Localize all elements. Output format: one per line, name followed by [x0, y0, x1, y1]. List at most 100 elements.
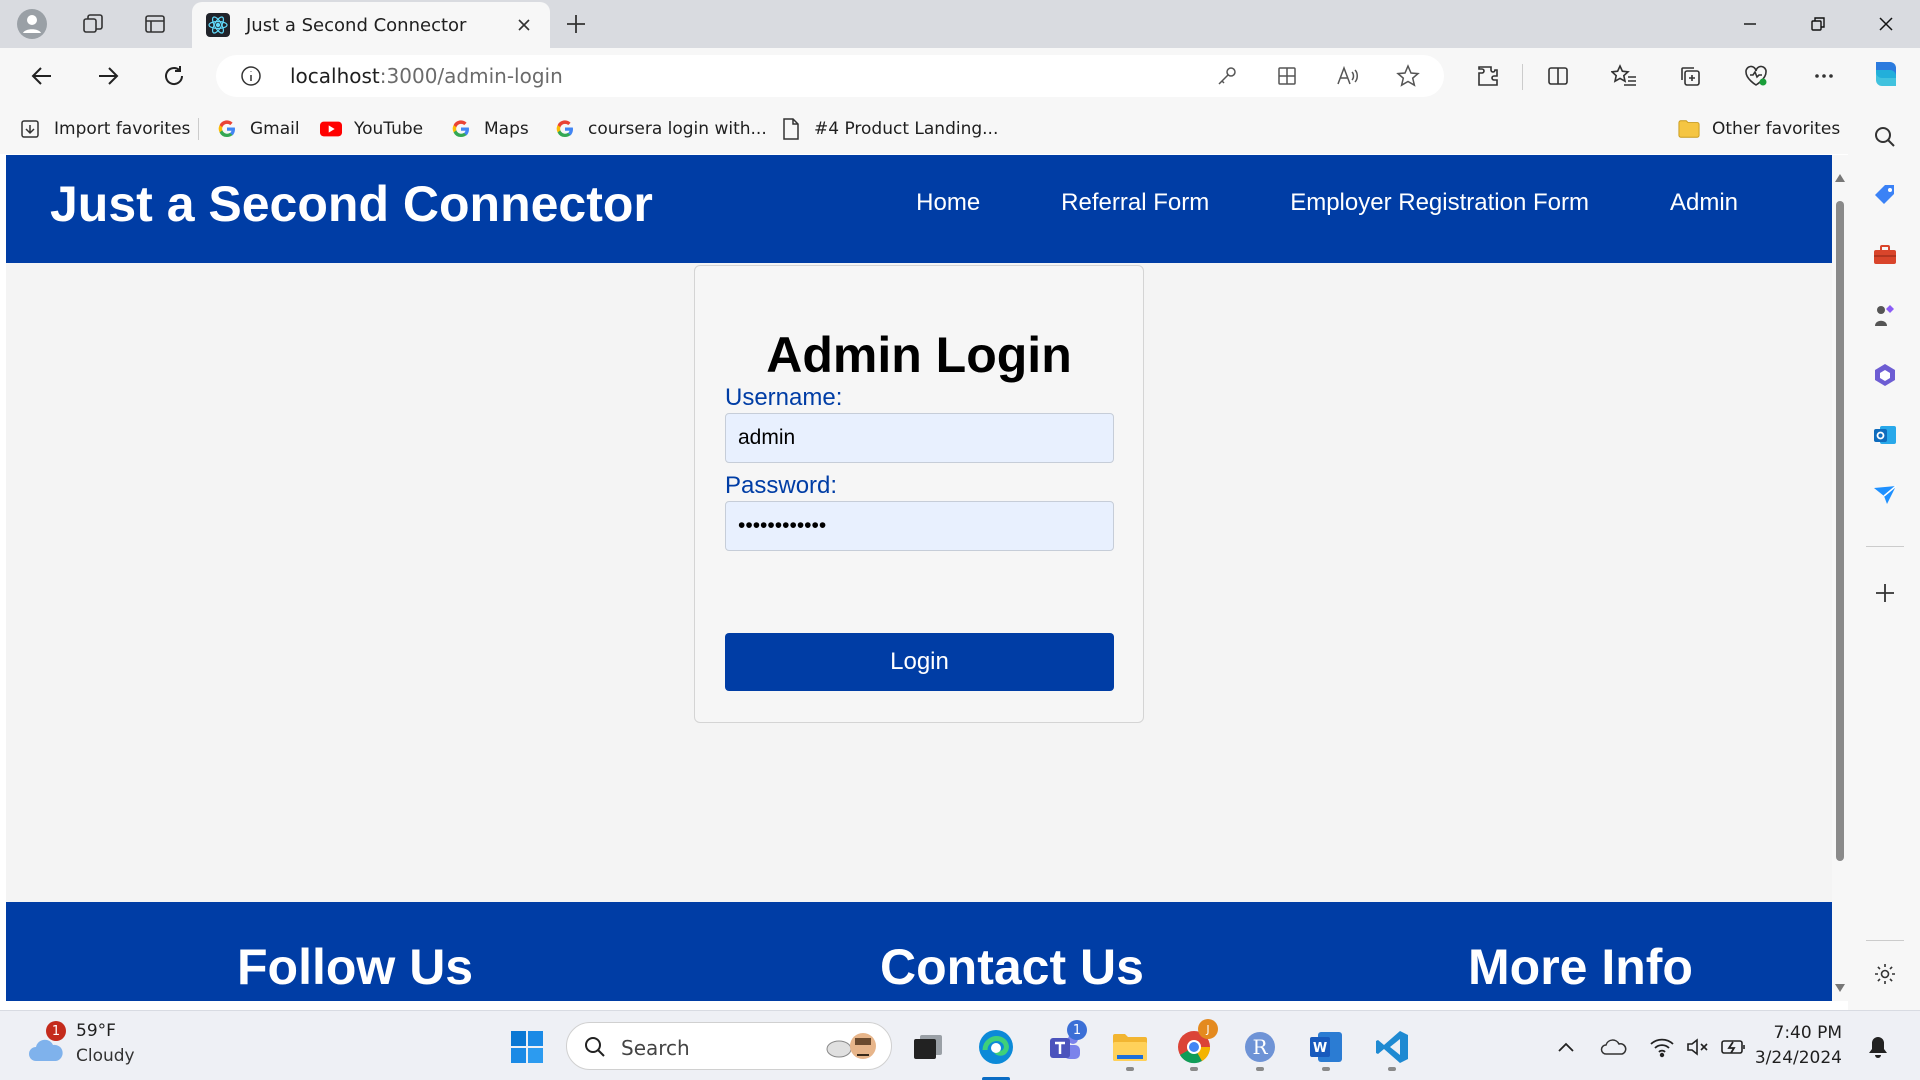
site-footer: Follow Us Contact Us More Info: [6, 902, 1832, 1001]
profile-icon[interactable]: [12, 4, 52, 44]
page-scrollbar[interactable]: [1832, 155, 1848, 1001]
browser-essentials-icon[interactable]: [1736, 56, 1776, 96]
tab-actions-icon[interactable]: [135, 4, 175, 44]
react-icon: [206, 13, 230, 37]
favorite-youtube[interactable]: YouTube: [320, 116, 423, 142]
running-indicator: [1322, 1067, 1330, 1071]
url-text[interactable]: localhost:3000/admin-login: [290, 64, 563, 88]
footer-heading-contact-us: Contact Us: [880, 939, 1144, 995]
taskbar-search[interactable]: Search: [566, 1022, 892, 1070]
add-icon[interactable]: [1870, 578, 1900, 608]
nav-link-admin[interactable]: Admin: [1670, 189, 1738, 217]
file-explorer-icon[interactable]: [1108, 1025, 1152, 1069]
tab-bar: Just a Second Connector: [0, 0, 1920, 48]
onedrive-icon[interactable]: [1592, 1025, 1636, 1069]
split-screen-icon[interactable]: [1538, 56, 1578, 96]
scroll-thumb[interactable]: [1836, 201, 1844, 861]
favorite-coursera[interactable]: coursera login with...: [554, 116, 767, 142]
site-title[interactable]: Just a Second Connector: [50, 175, 653, 233]
restore-icon[interactable]: [1784, 0, 1852, 48]
weather-description[interactable]: Cloudy: [76, 1046, 135, 1066]
favorite-star-icon[interactable]: [1396, 64, 1420, 93]
close-tab-icon[interactable]: [512, 13, 536, 37]
windows-start-icon[interactable]: [505, 1025, 549, 1069]
favorites-divider: [198, 118, 199, 140]
google-icon: [216, 118, 238, 140]
running-indicator: [1126, 1067, 1134, 1071]
notifications-bell-icon[interactable]: [1856, 1025, 1900, 1069]
nav-link-home[interactable]: Home: [916, 189, 980, 217]
favorites-icon[interactable]: [1604, 56, 1644, 96]
shopping-tag-icon[interactable]: [1870, 180, 1900, 210]
site-info-icon[interactable]: [240, 65, 262, 92]
favorite-gmail[interactable]: Gmail: [216, 116, 300, 142]
google-icon: [450, 118, 472, 140]
page-icon: [780, 118, 802, 140]
read-aloud-icon[interactable]: [1336, 65, 1360, 92]
favorite-product-landing[interactable]: #4 Product Landing...: [780, 116, 998, 142]
search-icon[interactable]: [1870, 122, 1900, 152]
outlook-icon[interactable]: [1870, 420, 1900, 450]
google-icon: [554, 118, 576, 140]
favorites-bar: Import favorites Gmail YouTube Maps cour…: [0, 104, 1920, 154]
send-icon[interactable]: [1870, 480, 1900, 510]
footer-heading-follow-us: Follow Us: [237, 939, 474, 995]
address-bar[interactable]: localhost:3000/admin-login: [216, 55, 1444, 97]
clock-date: 3/24/2024: [1754, 1048, 1842, 1068]
close-window-icon[interactable]: [1852, 0, 1920, 48]
import-favorites-icon: [20, 118, 42, 140]
forward-icon[interactable]: [88, 56, 128, 96]
browser-toolbar: localhost:3000/admin-login: [0, 48, 1920, 104]
youtube-icon: [320, 118, 342, 140]
games-icon[interactable]: [1870, 300, 1900, 330]
app-available-icon[interactable]: [1276, 65, 1298, 92]
new-tab-icon[interactable]: [556, 4, 596, 44]
weather-temperature[interactable]: 59°F: [76, 1021, 116, 1041]
password-key-icon[interactable]: [1216, 65, 1238, 92]
login-button[interactable]: Login: [725, 633, 1114, 691]
vscode-icon[interactable]: [1370, 1025, 1414, 1069]
nav-link-employer-registration[interactable]: Employer Registration Form: [1290, 189, 1589, 217]
scroll-down-icon[interactable]: [1835, 979, 1845, 997]
running-indicator: [1256, 1067, 1264, 1071]
refresh-icon[interactable]: [154, 56, 194, 96]
other-favorites[interactable]: Other favorites: [1678, 116, 1840, 142]
system-clock[interactable]: 7:40 PM 3/24/2024: [1755, 1021, 1842, 1071]
word-icon[interactable]: W: [1304, 1025, 1348, 1069]
edge-browser-icon[interactable]: [974, 1025, 1018, 1069]
settings-gear-icon[interactable]: [1870, 959, 1900, 989]
more-options-icon[interactable]: [1804, 56, 1844, 96]
password-input[interactable]: [725, 501, 1114, 551]
scroll-up-icon[interactable]: [1835, 169, 1845, 187]
weather-badge: 1: [46, 1021, 66, 1041]
site-header: Just a Second Connector Home Referral Fo…: [6, 155, 1832, 263]
show-hidden-icons-icon[interactable]: [1544, 1025, 1588, 1069]
copilot-icon[interactable]: [1866, 54, 1906, 94]
minimize-icon[interactable]: [1716, 0, 1784, 48]
running-indicator: [1190, 1067, 1198, 1071]
task-view-icon[interactable]: [906, 1025, 950, 1069]
extensions-icon[interactable]: [1468, 56, 1508, 96]
page-viewport: Just a Second Connector Home Referral Fo…: [6, 155, 1832, 1001]
r-app-icon[interactable]: R: [1238, 1025, 1282, 1069]
search-highlight-icon: [817, 1029, 881, 1070]
clock-time: 7:40 PM: [1773, 1023, 1843, 1043]
svg-text:R: R: [1252, 1035, 1268, 1059]
collections-icon[interactable]: [1670, 56, 1710, 96]
favorite-maps[interactable]: Maps: [450, 116, 529, 142]
username-input[interactable]: [725, 413, 1114, 463]
tab-title: Just a Second Connector: [246, 14, 467, 36]
teams-badge: 1: [1067, 1020, 1087, 1040]
favorite-import[interactable]: Import favorites: [20, 116, 190, 142]
microsoft365-icon[interactable]: [1870, 360, 1900, 390]
nav-link-referral-form[interactable]: Referral Form: [1061, 189, 1209, 217]
tools-icon[interactable]: [1870, 240, 1900, 270]
workspaces-icon[interactable]: [73, 4, 113, 44]
battery-charging-icon[interactable]: [1712, 1025, 1756, 1069]
svg-text:W: W: [1313, 1041, 1327, 1056]
back-icon[interactable]: [22, 56, 62, 96]
running-indicator: [1388, 1067, 1396, 1071]
active-tab[interactable]: Just a Second Connector: [192, 2, 550, 48]
username-label: Username:: [725, 384, 843, 411]
sidebar-divider-bottom: [1866, 940, 1904, 941]
